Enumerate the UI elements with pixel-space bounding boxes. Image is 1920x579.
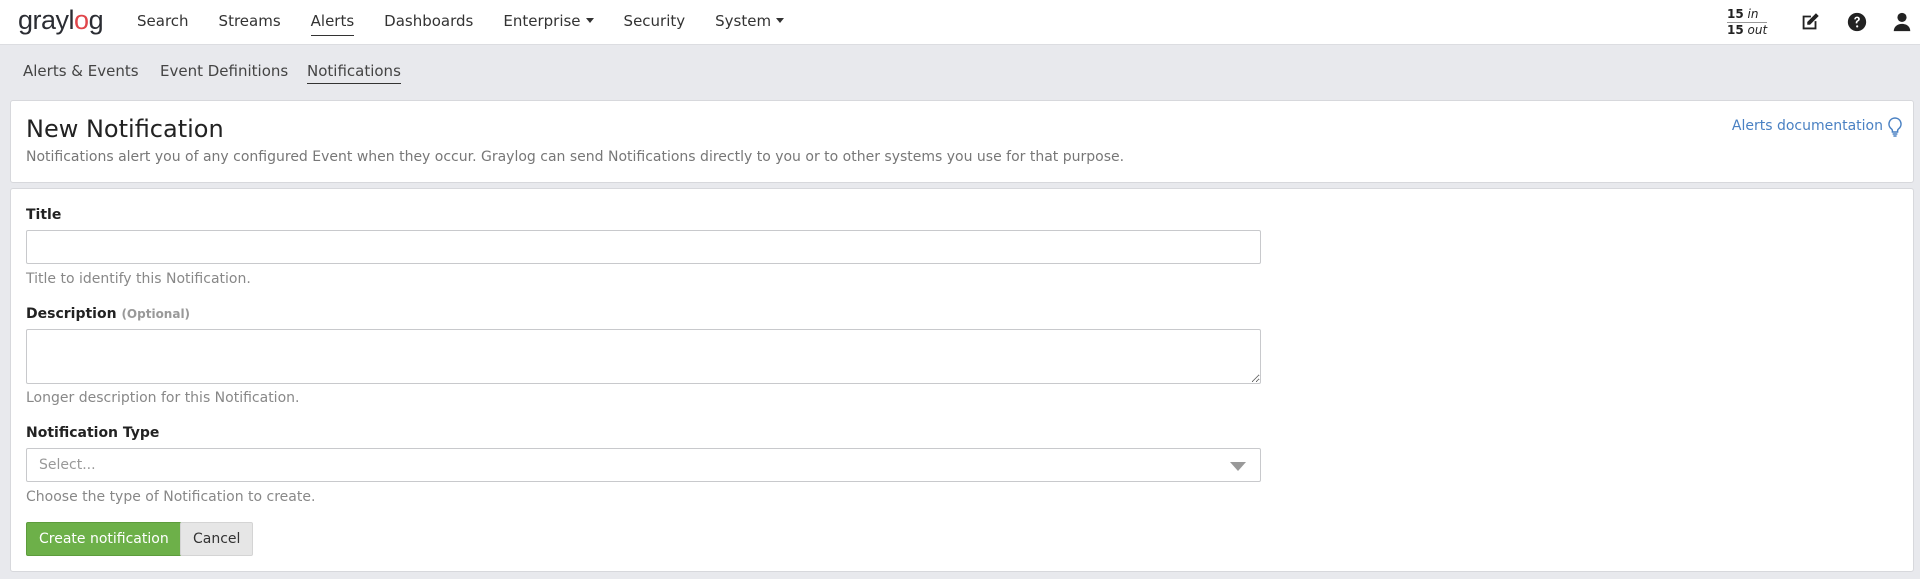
alerts-subnav: Alerts & Events Event Definitions Notifi… <box>0 46 1920 96</box>
nav-search[interactable]: Search <box>122 0 204 45</box>
help-icon[interactable] <box>1846 11 1868 33</box>
page-header-panel: New Notification Notifications alert you… <box>10 100 1914 183</box>
caret-down-icon <box>585 18 594 23</box>
notification-form: Title Title to identify this Notificatio… <box>10 188 1914 572</box>
subnav-notifications[interactable]: Notifications <box>307 62 401 84</box>
notification-type-label: Notification Type <box>26 425 160 441</box>
lightbulb-icon <box>1888 117 1902 137</box>
page-title: New Notification <box>26 115 224 143</box>
subnav-alerts-events[interactable]: Alerts & Events <box>23 62 139 80</box>
notification-type-select[interactable]: Select... <box>26 448 1261 482</box>
description-help: Longer description for this Notification… <box>26 390 300 406</box>
notification-type-help: Choose the type of Notification to creat… <box>26 489 316 505</box>
alerts-documentation-link[interactable]: Alerts documentation <box>1732 118 1883 134</box>
title-help: Title to identify this Notification. <box>26 271 251 287</box>
title-label: Title <box>26 207 62 223</box>
nav-dashboards[interactable]: Dashboards <box>369 0 488 45</box>
user-icon[interactable] <box>1891 11 1913 33</box>
nav-security[interactable]: Security <box>609 0 701 45</box>
nav-alerts[interactable]: Alerts <box>296 0 370 45</box>
graylog-logo[interactable]: graylog <box>18 5 104 36</box>
subnav-event-definitions[interactable]: Event Definitions <box>160 62 288 80</box>
nav-system[interactable]: System <box>700 0 799 45</box>
notification-type-placeholder: Select... <box>39 457 96 473</box>
page-subtitle: Notifications alert you of any configure… <box>26 149 1125 165</box>
description-label: Description (Optional) <box>26 306 191 322</box>
nav-streams[interactable]: Streams <box>204 0 296 45</box>
create-notification-button[interactable]: Create notification <box>26 522 182 556</box>
dropdown-arrow-icon <box>1230 462 1246 471</box>
cancel-button[interactable]: Cancel <box>180 522 254 556</box>
throughput-indicator[interactable]: 15 in 15 out <box>1727 7 1768 37</box>
top-navbar: graylog Search Streams Alerts Dashboards… <box>0 0 1920 45</box>
edit-icon[interactable] <box>1799 11 1821 33</box>
caret-down-icon <box>776 18 785 23</box>
description-textarea[interactable] <box>26 329 1261 384</box>
nav-enterprise[interactable]: Enterprise <box>488 0 608 45</box>
main-nav: Search Streams Alerts Dashboards Enterpr… <box>122 0 799 45</box>
title-input[interactable] <box>26 230 1261 264</box>
